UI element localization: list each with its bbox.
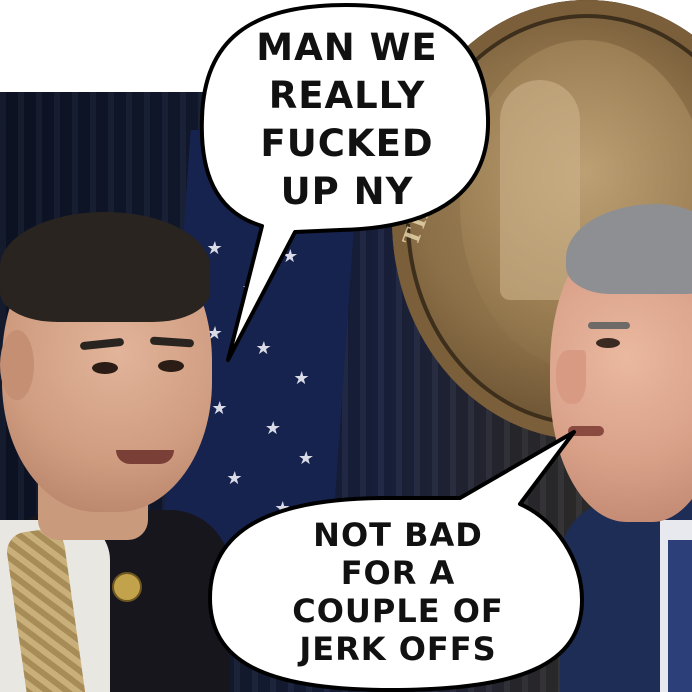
bottom-bubble-line: FOR A bbox=[340, 554, 456, 592]
top-bubble-line: FUCKED bbox=[260, 122, 434, 165]
meme-canvas: ★ ★ ★ ★ ★ ★ ★ ★ ★ ★ ★ THE GREA MAN WE bbox=[0, 0, 692, 692]
bottom-bubble-text: NOT BAD FOR A COUPLE OF JERK OFFS bbox=[248, 516, 548, 668]
top-bubble-line: REALLY bbox=[268, 74, 426, 117]
top-bubble-text: MAN WE REALLY FUCKED UP NY bbox=[218, 24, 476, 216]
bottom-bubble-line: NOT BAD bbox=[313, 516, 483, 554]
bottom-bubble-line: COUPLE OF bbox=[292, 592, 504, 630]
top-bubble-line: MAN WE bbox=[256, 26, 438, 69]
top-bubble-line: UP NY bbox=[280, 170, 414, 213]
bottom-bubble-line: JERK OFFS bbox=[299, 630, 497, 668]
